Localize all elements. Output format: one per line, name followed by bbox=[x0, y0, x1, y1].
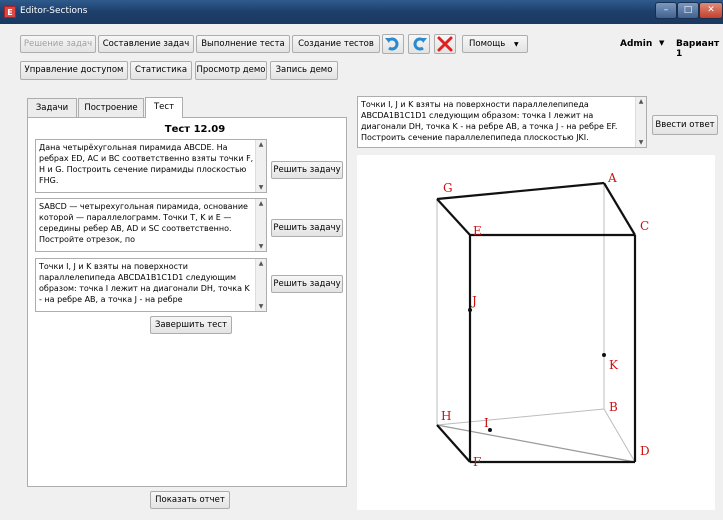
task-1-text: Дана четырёхугольная пирамида ABCDE. На … bbox=[39, 143, 254, 185]
test-title: Тест 12.09 bbox=[164, 124, 226, 135]
view-demo-button[interactable]: Просмотр демо bbox=[195, 61, 267, 80]
app-icon: E bbox=[4, 6, 16, 18]
record-demo-button[interactable]: Запись демо bbox=[270, 61, 338, 80]
parallelepiped-figure[interactable]: G A C E J K B H I F D bbox=[357, 155, 715, 510]
scroll-up-icon[interactable]: ▲ bbox=[256, 140, 266, 149]
label-F: F bbox=[473, 455, 481, 469]
edge-GE bbox=[436, 198, 471, 236]
task-2-text-box[interactable]: SABCD — четырехугольная пирамида, основа… bbox=[35, 198, 267, 252]
label-H: H bbox=[441, 409, 451, 423]
scroll-down-icon[interactable]: ▼ bbox=[636, 138, 646, 147]
tab-test[interactable]: Тест bbox=[145, 97, 183, 118]
drawing-canvas[interactable]: G A C E J K B H I F D bbox=[357, 155, 715, 510]
variant-label: Вариант 1 bbox=[676, 39, 720, 59]
edge-HB bbox=[436, 408, 605, 426]
scroll-up-icon[interactable]: ▲ bbox=[636, 97, 646, 106]
scroll-down-icon[interactable]: ▼ bbox=[256, 302, 266, 311]
user-dropdown-icon[interactable]: ▼ bbox=[659, 39, 664, 47]
dropdown-arrow-icon: ▼ bbox=[513, 41, 519, 48]
run-test-button[interactable]: Выполнение теста bbox=[196, 35, 290, 53]
access-control-button[interactable]: Управление доступом bbox=[20, 61, 128, 80]
task-3-scrollbar[interactable]: ▲ ▼ bbox=[255, 259, 266, 311]
statistics-button[interactable]: Статистика bbox=[130, 61, 192, 80]
point-K[interactable] bbox=[602, 353, 606, 357]
maximize-button[interactable]: □ bbox=[677, 2, 699, 19]
label-J: J bbox=[470, 294, 477, 308]
tab-construction[interactable]: Построение bbox=[78, 98, 144, 117]
task-1-text-box[interactable]: Дана четырёхугольная пирамида ABCDE. На … bbox=[35, 139, 267, 193]
scroll-down-icon[interactable]: ▼ bbox=[256, 242, 266, 251]
tab-tasks[interactable]: Задачи bbox=[27, 98, 77, 117]
solve-task-3-button[interactable]: Решить задачу bbox=[271, 275, 343, 293]
label-C: C bbox=[640, 219, 649, 233]
answer-scrollbar[interactable]: ▲ ▼ bbox=[635, 97, 646, 147]
title-bar bbox=[0, 0, 723, 24]
solve-task-1-button[interactable]: Решить задачу bbox=[271, 161, 343, 179]
task-1-scrollbar[interactable]: ▲ ▼ bbox=[255, 140, 266, 192]
finish-test-button[interactable]: Завершить тест bbox=[150, 316, 232, 334]
redo-button[interactable] bbox=[408, 34, 430, 54]
redo-icon bbox=[413, 37, 427, 51]
label-G: G bbox=[443, 181, 453, 195]
delete-button[interactable] bbox=[434, 34, 456, 54]
task-2-text: SABCD — четырехугольная пирамида, основа… bbox=[39, 202, 248, 244]
label-A: A bbox=[607, 171, 617, 185]
task-3-text-box[interactable]: Точки I, J и K взяты на поверхности пара… bbox=[35, 258, 267, 312]
diagonal-HD bbox=[436, 424, 636, 463]
task-3-text: Точки I, J и K взяты на поверхности пара… bbox=[39, 262, 250, 304]
delete-icon bbox=[437, 36, 453, 52]
compose-tasks-button[interactable]: Составление задач bbox=[98, 35, 194, 53]
edge-BD bbox=[603, 408, 636, 463]
undo-icon bbox=[385, 37, 399, 51]
label-I: I bbox=[484, 416, 489, 430]
point-J[interactable] bbox=[468, 308, 472, 312]
task-2-scrollbar[interactable]: ▲ ▼ bbox=[255, 199, 266, 251]
solve-task-2-button[interactable]: Решить задачу bbox=[271, 219, 343, 237]
enter-answer-button[interactable]: Ввести ответ bbox=[652, 115, 718, 135]
edge-AC bbox=[603, 182, 636, 236]
close-button[interactable]: ✕ bbox=[699, 2, 723, 19]
scroll-down-icon[interactable]: ▼ bbox=[256, 183, 266, 192]
window-title: Editor-Sections bbox=[20, 6, 88, 16]
user-name[interactable]: Admin bbox=[620, 39, 652, 49]
scroll-up-icon[interactable]: ▲ bbox=[256, 259, 266, 268]
label-K: K bbox=[609, 358, 619, 372]
edge-GA bbox=[436, 181, 605, 201]
show-report-button[interactable]: Показать отчет bbox=[150, 491, 230, 509]
help-label: Помощь bbox=[469, 39, 506, 49]
scroll-up-icon[interactable]: ▲ bbox=[256, 199, 266, 208]
label-B: B bbox=[609, 400, 618, 414]
solve-tasks-button[interactable]: Решение задач bbox=[20, 35, 96, 53]
help-menu-button[interactable]: Помощь ▼ bbox=[462, 35, 528, 53]
label-D: D bbox=[640, 444, 650, 458]
undo-button[interactable] bbox=[382, 34, 404, 54]
create-tests-button[interactable]: Создание тестов bbox=[292, 35, 380, 53]
answer-task-text-box[interactable]: Точки I, J и K взяты на поверхности пара… bbox=[357, 96, 647, 148]
label-E: E bbox=[473, 224, 482, 238]
answer-task-text: Точки I, J и K взяты на поверхности пара… bbox=[361, 100, 618, 142]
minimize-button[interactable]: – bbox=[655, 2, 677, 19]
